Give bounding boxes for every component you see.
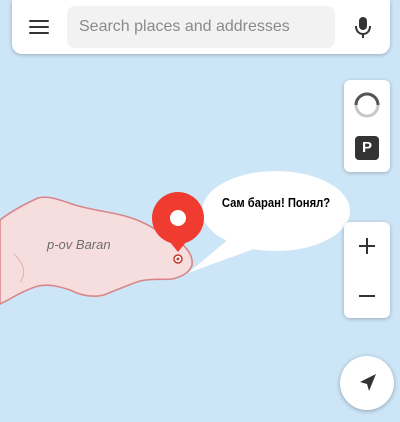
traffic-icon <box>354 92 380 118</box>
zoom-out-icon <box>359 295 375 297</box>
speech-bubble <box>188 171 350 273</box>
location-arrow-icon <box>360 374 376 391</box>
zoom-controls <box>344 222 390 318</box>
parking-button[interactable]: P <box>355 136 379 160</box>
layers-panel: P <box>344 80 390 172</box>
my-location-button[interactable] <box>340 356 394 410</box>
search-input[interactable] <box>67 6 335 48</box>
place-label: p-ov Baran <box>47 237 111 252</box>
menu-button[interactable] <box>24 12 54 42</box>
menu-icon <box>29 20 49 22</box>
speech-bubble-text: Сам баран! Понял? <box>221 196 331 210</box>
microphone-button[interactable] <box>348 12 378 42</box>
zoom-in-icon <box>359 238 375 254</box>
search-bar <box>12 0 390 54</box>
traffic-button[interactable] <box>344 84 390 124</box>
zoom-out-button[interactable] <box>344 270 390 318</box>
microphone-icon <box>355 17 371 38</box>
zoom-in-button[interactable] <box>344 222 390 270</box>
